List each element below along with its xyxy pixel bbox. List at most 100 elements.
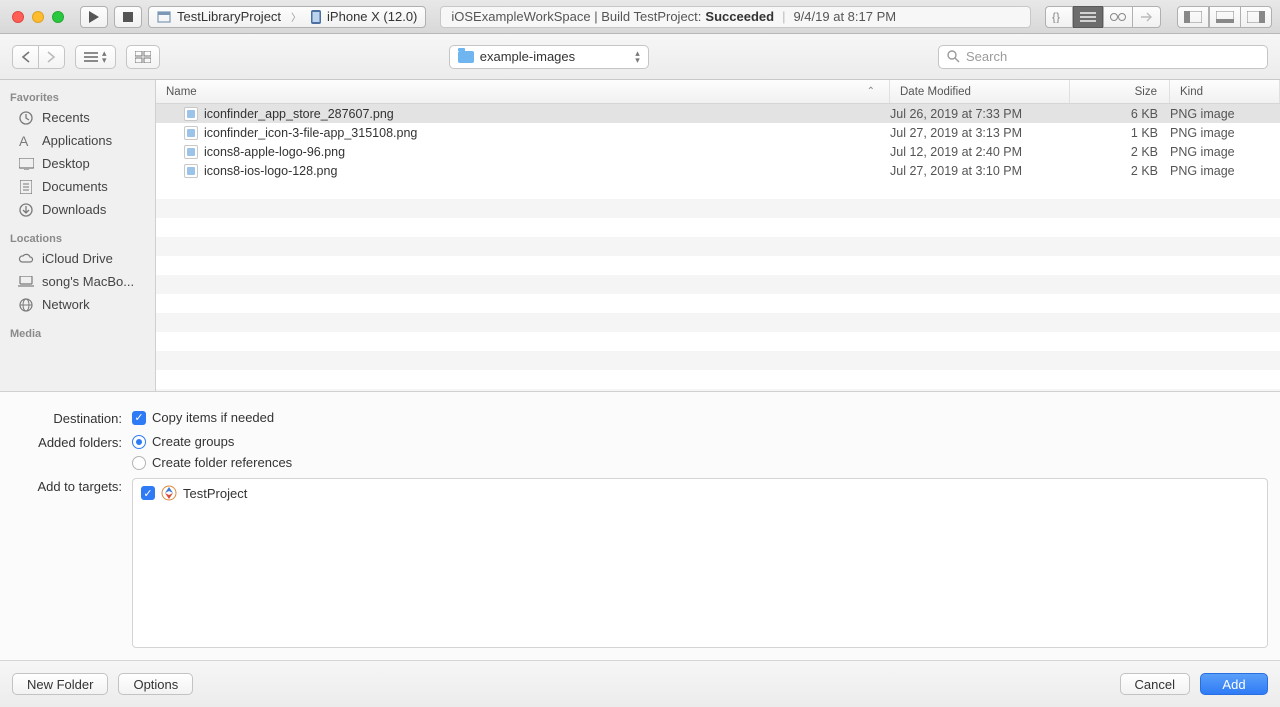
toggle-inspector-button[interactable] [1241, 6, 1272, 28]
options-button[interactable]: Options [118, 673, 193, 695]
file-name: iconfinder_icon-3-file-app_315108.png [204, 126, 417, 140]
cancel-button[interactable]: Cancel [1120, 673, 1190, 695]
file-size: 2 KB [1070, 164, 1170, 178]
target-row[interactable]: ✓ TestProject [141, 485, 1259, 501]
xcode-toolbar: TestLibraryProject 〉 iPhone X (12.0) iOS… [0, 0, 1280, 34]
copy-items-checkbox[interactable]: ✓ Copy items if needed [132, 410, 1268, 425]
list-icon [84, 52, 98, 62]
col-kind[interactable]: Kind [1170, 80, 1280, 103]
checkbox-checked-icon[interactable]: ✓ [141, 486, 155, 500]
scheme-selector[interactable]: TestLibraryProject 〉 iPhone X (12.0) [148, 6, 426, 28]
search-input[interactable]: Search [938, 45, 1268, 69]
sidebar-item-downloads[interactable]: Downloads [0, 198, 155, 221]
sidebar-item-documents[interactable]: Documents [0, 175, 155, 198]
col-date[interactable]: Date Modified [890, 80, 1070, 103]
file-icon [184, 107, 198, 121]
sidebar-item-recents[interactable]: Recents [0, 106, 155, 129]
device-icon [311, 10, 321, 24]
create-folder-refs-radio[interactable]: Create folder references [132, 455, 1268, 470]
sidebar-item-icloud[interactable]: iCloud Drive [0, 247, 155, 270]
search-placeholder: Search [966, 49, 1007, 64]
window-traffic-lights [12, 11, 64, 23]
empty-row [156, 275, 1280, 294]
file-date: Jul 27, 2019 at 3:13 PM [890, 126, 1070, 140]
empty-row [156, 218, 1280, 237]
documents-icon [18, 180, 34, 194]
assistant-editor-button[interactable] [1073, 6, 1103, 28]
checkbox-checked-icon: ✓ [132, 411, 146, 425]
folder-popup[interactable]: example-images ▴▾ [449, 45, 649, 69]
run-button[interactable] [80, 6, 108, 28]
view-mode-button[interactable]: ▴▾ [75, 45, 116, 69]
bottom-bar: New Folder Options Cancel Add [0, 661, 1280, 707]
toggle-navigator-button[interactable] [1177, 6, 1209, 28]
empty-row [156, 237, 1280, 256]
sidebar-item-network[interactable]: Network [0, 293, 155, 316]
stop-button[interactable] [114, 6, 142, 28]
activity-prefix: iOSExampleWorkSpace | Build TestProject: [451, 9, 701, 24]
sidebar: Favorites Recents AApplications Desktop … [0, 80, 156, 391]
file-size: 6 KB [1070, 107, 1170, 121]
empty-row [156, 180, 1280, 199]
zoom-window-button[interactable] [52, 11, 64, 23]
activity-bar: iOSExampleWorkSpace | Build TestProject:… [440, 6, 1031, 28]
nav-group [12, 45, 65, 69]
editor-nav-button[interactable] [1133, 6, 1161, 28]
activity-time: 9/4/19 at 8:17 PM [793, 9, 896, 24]
file-kind: PNG image [1170, 126, 1280, 140]
file-kind: PNG image [1170, 107, 1280, 121]
file-icon [184, 126, 198, 140]
scheme-device-label: iPhone X (12.0) [327, 9, 417, 24]
project-icon [157, 11, 171, 23]
sidebar-item-computer[interactable]: song's MacBo... [0, 270, 155, 293]
file-row[interactable]: iconfinder_icon-3-file-app_315108.png Jul… [156, 123, 1280, 142]
panel-toggle-group [1177, 6, 1272, 28]
forward-button[interactable] [39, 45, 65, 69]
file-dialog-main: Favorites Recents AApplications Desktop … [0, 80, 1280, 392]
file-list-area: Name⌃ Date Modified Size Kind iconfinder… [156, 80, 1280, 391]
file-name: icons8-apple-logo-96.png [204, 145, 345, 159]
file-size: 1 KB [1070, 126, 1170, 140]
add-button[interactable]: Add [1200, 673, 1268, 695]
empty-row [156, 332, 1280, 351]
file-row[interactable]: iconfinder_app_store_287607.pngJul 26, 2… [156, 104, 1280, 123]
downloads-icon [18, 203, 34, 217]
scheme-project-label: TestLibraryProject [177, 9, 281, 24]
empty-row [156, 294, 1280, 313]
chevron-left-icon [21, 51, 30, 63]
file-row[interactable]: icons8-apple-logo-96.pngJul 12, 2019 at … [156, 142, 1280, 161]
activity-status: Succeeded [705, 9, 774, 24]
search-icon [947, 50, 960, 63]
back-button[interactable] [12, 45, 39, 69]
version-editor-button[interactable] [1103, 6, 1133, 28]
file-row[interactable]: icons8-ios-logo-128.pngJul 27, 2019 at 3… [156, 161, 1280, 180]
svg-text:A: A [19, 134, 29, 148]
close-window-button[interactable] [12, 11, 24, 23]
cloud-icon [18, 252, 34, 266]
create-groups-radio[interactable]: Create groups [132, 434, 1268, 449]
col-name[interactable]: Name⌃ [156, 80, 890, 103]
file-kind: PNG image [1170, 145, 1280, 159]
right-panel-icon [1247, 11, 1265, 23]
lines-icon [1080, 12, 1096, 22]
add-to-targets-label: Add to targets: [12, 478, 122, 648]
column-header: Name⌃ Date Modified Size Kind [156, 80, 1280, 104]
col-size[interactable]: Size [1070, 80, 1170, 103]
empty-row [156, 199, 1280, 218]
targets-list[interactable]: ✓ TestProject [132, 478, 1268, 648]
desktop-icon [18, 157, 34, 171]
radio-unchecked-icon [132, 456, 146, 470]
sidebar-item-applications[interactable]: AApplications [0, 129, 155, 152]
empty-row [156, 370, 1280, 389]
toggle-debug-button[interactable] [1209, 6, 1241, 28]
file-dialog-toolbar: ▴▾ example-images ▴▾ Search [0, 34, 1280, 80]
empty-row [156, 313, 1280, 332]
empty-row [156, 351, 1280, 370]
standard-editor-button[interactable]: {} [1045, 6, 1073, 28]
file-size: 2 KB [1070, 145, 1170, 159]
minimize-window-button[interactable] [32, 11, 44, 23]
editor-mode-group: {} [1045, 6, 1161, 28]
group-button[interactable] [126, 45, 160, 69]
new-folder-button[interactable]: New Folder [12, 673, 108, 695]
sidebar-item-desktop[interactable]: Desktop [0, 152, 155, 175]
